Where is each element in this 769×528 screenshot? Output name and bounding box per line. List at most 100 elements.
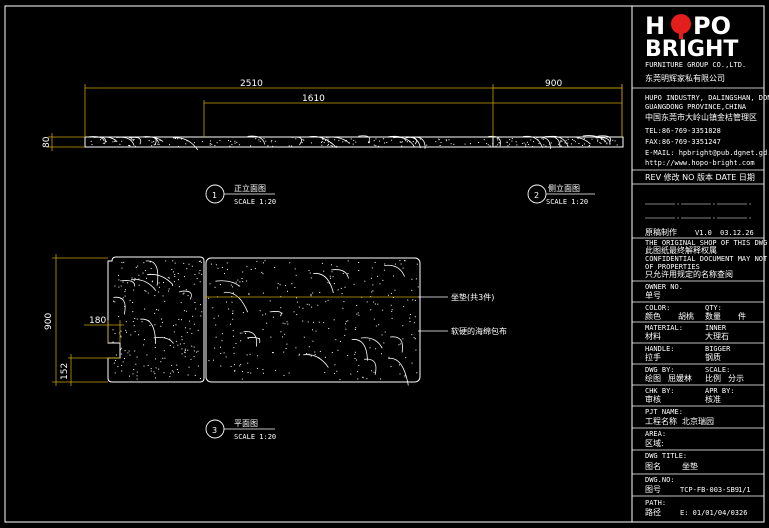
texture-speck	[226, 262, 228, 264]
texture-speck	[172, 325, 174, 327]
texture-swirl	[303, 354, 329, 368]
texture-speck	[521, 142, 523, 144]
texture-speck	[332, 276, 334, 278]
texture-speck	[373, 140, 375, 142]
texture-speck	[179, 291, 181, 293]
texture-speck	[231, 301, 233, 303]
texture-speck	[388, 356, 390, 358]
color-value: 胡桃	[678, 311, 694, 321]
handle-value2: 钢质	[705, 352, 721, 362]
dwg-title-label: DWG TITLE:	[645, 452, 687, 460]
texture-speck	[342, 141, 344, 143]
texture-speck	[211, 143, 213, 145]
texture-speck	[352, 143, 354, 145]
texture-speck	[377, 303, 379, 305]
tel: TEL:86-769-3351828	[645, 127, 721, 135]
texture-speck	[245, 333, 246, 334]
texture-speck	[345, 320, 347, 322]
apr-by-label: APR BY:	[705, 387, 735, 395]
texture-speck	[328, 328, 330, 329]
texture-speck	[331, 271, 333, 273]
texture-speck	[283, 374, 285, 376]
texture-speck	[150, 368, 152, 370]
texture-speck	[293, 311, 295, 313]
texture-speck	[184, 352, 186, 354]
texture-speck	[287, 290, 288, 292]
email: E-MAIL: hpbright@pub.dgnet.gd.cn	[645, 149, 769, 157]
texture-speck	[366, 301, 368, 303]
dim-side-width: 900	[545, 79, 562, 89]
texture-speck	[383, 342, 385, 344]
texture-speck	[307, 321, 309, 323]
texture-speck	[193, 350, 195, 352]
texture-speck	[191, 332, 193, 334]
texture-speck	[390, 292, 392, 294]
texture-speck	[167, 277, 169, 279]
texture-speck	[150, 268, 152, 270]
texture-speck	[221, 267, 223, 268]
texture-speck	[295, 138, 297, 140]
texture-speck	[308, 304, 310, 306]
texture-speck	[196, 278, 198, 280]
texture-speck	[208, 297, 210, 299]
fax: FAX:86-769-3351247	[645, 138, 721, 146]
texture-speck	[144, 308, 146, 310]
dwg-no-value: TCP-FB-003-SB9	[680, 486, 739, 494]
texture-speck	[114, 285, 116, 287]
texture-speck	[177, 273, 179, 274]
texture-speck	[142, 272, 144, 274]
texture-speck	[131, 138, 133, 140]
texture-speck	[402, 267, 404, 269]
texture-speck	[565, 140, 567, 142]
texture-speck	[330, 145, 332, 146]
texture-speck	[371, 370, 373, 372]
texture-speck	[388, 294, 389, 296]
texture-speck	[415, 278, 417, 280]
texture-speck	[232, 318, 234, 320]
texture-speck	[412, 299, 414, 301]
texture-speck	[230, 323, 231, 325]
texture-speck	[221, 340, 223, 342]
texture-speck	[187, 349, 189, 351]
texture-speck	[242, 281, 244, 283]
texture-speck	[497, 139, 499, 141]
texture-speck	[217, 267, 219, 269]
texture-speck	[113, 300, 114, 302]
texture-speck	[276, 287, 278, 289]
view-number-side: 2	[534, 191, 539, 200]
texture-speck	[157, 309, 159, 311]
texture-speck	[302, 320, 304, 322]
texture-speck	[259, 140, 261, 142]
texture-speck	[158, 286, 160, 288]
logo-text-po: PO	[693, 12, 731, 40]
texture-speck	[364, 280, 366, 282]
qty-cn: 数量	[705, 311, 721, 321]
texture-speck	[127, 352, 129, 354]
texture-speck	[184, 348, 186, 350]
texture-speck	[90, 140, 92, 142]
texture-speck	[287, 323, 289, 325]
texture-speck	[233, 347, 235, 349]
texture-speck	[126, 331, 127, 333]
texture-speck	[178, 319, 180, 320]
texture-speck	[227, 268, 228, 270]
texture-speck	[153, 144, 155, 146]
texture-speck	[214, 347, 216, 349]
texture-speck	[163, 282, 164, 283]
texture-speck	[121, 140, 123, 142]
texture-speck	[169, 345, 171, 346]
texture-speck	[331, 264, 332, 266]
revision-row-label: 原稿制作	[645, 227, 677, 237]
texture-speck	[136, 318, 138, 320]
texture-speck	[161, 318, 162, 320]
texture-speck	[372, 284, 374, 286]
texture-speck	[271, 139, 273, 141]
texture-speck	[200, 260, 202, 262]
texture-speck	[398, 344, 400, 346]
texture-speck	[115, 360, 116, 361]
dwg-title-cn: 图名	[645, 461, 661, 471]
texture-speck	[134, 145, 136, 147]
texture-speck	[291, 283, 293, 285]
texture-speck	[303, 139, 305, 141]
texture-speck	[391, 317, 393, 319]
